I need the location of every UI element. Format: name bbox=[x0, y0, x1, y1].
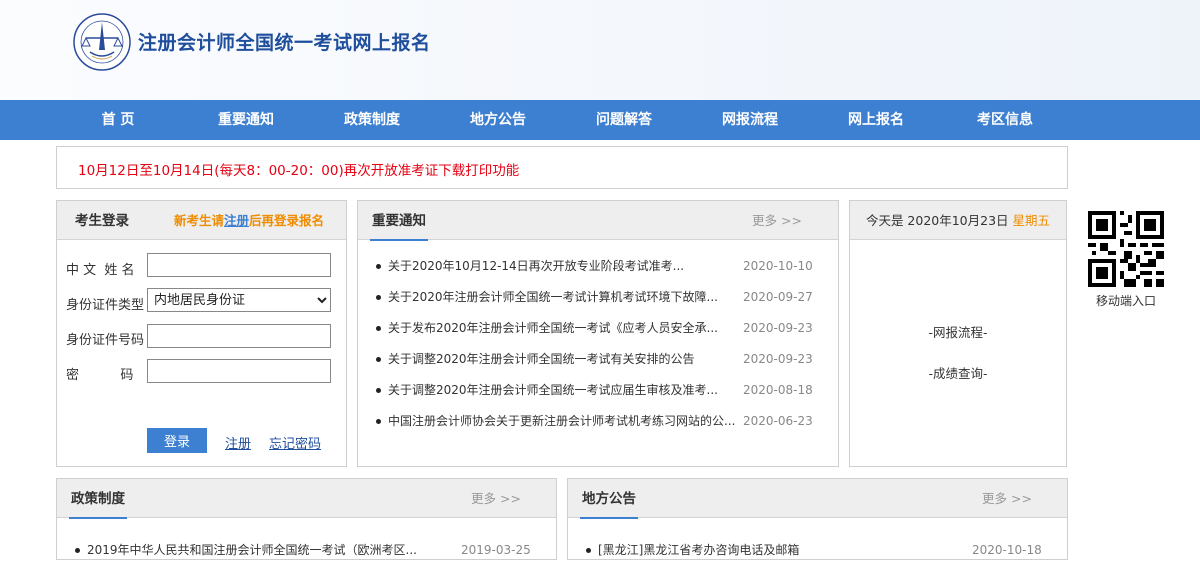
bullet-icon bbox=[376, 264, 381, 269]
policy-list: 2019年中华人民共和国注册会计师全国统一考试（欧洲考区... 2019-03-2… bbox=[57, 535, 556, 566]
list-item[interactable]: [黑龙江]黑龙江省考办咨询电话及邮箱 2020-10-18 bbox=[568, 535, 1067, 566]
list-item[interactable]: 关于2020年注册会计师全国统一考试计算机考试环境下故障... 2020-09-2… bbox=[358, 282, 838, 313]
news-date: 2019-03-25 bbox=[461, 543, 531, 557]
nav-item-faq[interactable]: 问题解答 bbox=[574, 100, 674, 140]
news-title[interactable]: [黑龙江]黑龙江省考办咨询电话及邮箱 bbox=[598, 535, 938, 566]
news-title[interactable]: 关于2020年注册会计师全国统一考试计算机考试环境下故障... bbox=[388, 282, 728, 313]
cicpa-logo-icon bbox=[72, 12, 132, 72]
today-panel-header: 今天是 2020年10月23日 星期五 bbox=[850, 201, 1066, 240]
idnum-input[interactable] bbox=[147, 324, 331, 348]
register-hint-prefix: 新考生请 bbox=[174, 213, 225, 228]
register-hint-suffix: 后再登录报名 bbox=[249, 213, 325, 228]
nav-item-important[interactable]: 重要通知 bbox=[196, 100, 296, 140]
process-link[interactable]: -网报流程- bbox=[850, 322, 1066, 341]
important-panel: 重要通知 更多 >> 关于2020年10月12-14日再次开放专业阶段考试准考.… bbox=[357, 200, 839, 467]
password-input[interactable] bbox=[147, 359, 331, 383]
today-panel: 今天是 2020年10月23日 星期五 -网报流程- -成绩查询- bbox=[849, 200, 1067, 467]
nav-item-process[interactable]: 网报流程 bbox=[700, 100, 800, 140]
name-input[interactable] bbox=[147, 253, 331, 277]
today-date-text: 今天是 2020年10月23日 bbox=[865, 213, 1009, 228]
news-date: 2020-09-23 bbox=[743, 352, 813, 366]
news-title[interactable]: 关于发布2020年注册会计师全国统一考试《应考人员安全承... bbox=[388, 313, 728, 344]
important-panel-header: 重要通知 更多 >> bbox=[358, 201, 838, 241]
list-item[interactable]: 2019年中华人民共和国注册会计师全国统一考试（欧洲考区... 2019-03-2… bbox=[57, 535, 556, 566]
news-date: 2020-10-10 bbox=[743, 259, 813, 273]
password-label: 密 码 bbox=[66, 368, 134, 383]
idtype-select[interactable]: 内地居民身份证 bbox=[147, 288, 331, 312]
news-date: 2020-08-18 bbox=[743, 383, 813, 397]
nav-item-home[interactable]: 首 页 bbox=[68, 100, 168, 140]
news-date: 2020-09-23 bbox=[743, 321, 813, 335]
register-hint: 新考生请注册后再登录报名 bbox=[174, 201, 324, 241]
register-hint-link[interactable]: 注册 bbox=[224, 213, 249, 228]
login-panel: 考生登录 新考生请注册后再登录报名 中 文 姓 名 身份证件类型 内地居民身份证… bbox=[56, 200, 347, 467]
news-title[interactable]: 中国注册会计师协会关于更新注册会计师考试机考练习网站的公... bbox=[388, 406, 736, 437]
policy-panel-header: 政策制度 更多 >> bbox=[57, 479, 556, 519]
important-more-link[interactable]: 更多 >> bbox=[752, 201, 802, 241]
local-list: [黑龙江]黑龙江省考办咨询电话及邮箱 2020-10-18 bbox=[568, 535, 1067, 566]
nav-item-region[interactable]: 考区信息 bbox=[955, 100, 1055, 140]
news-title[interactable]: 关于调整2020年注册会计师全国统一考试应届生审核及准考... bbox=[388, 375, 728, 406]
today-weekday: 星期五 bbox=[1012, 213, 1051, 228]
news-title[interactable]: 2019年中华人民共和国注册会计师全国统一考试（欧洲考区... bbox=[87, 535, 427, 566]
login-title: 考生登录 bbox=[75, 213, 129, 229]
today-date: 今天是 2020年10月23日 星期五 bbox=[850, 201, 1066, 241]
bullet-icon bbox=[376, 388, 381, 393]
list-item[interactable]: 关于2020年10月12-14日再次开放专业阶段考试准考... 2020-10-1… bbox=[358, 251, 838, 282]
list-item[interactable]: 中国注册会计师协会关于更新注册会计师考试机考练习网站的公... 2020-06-2… bbox=[358, 406, 838, 437]
local-more-link[interactable]: 更多 >> bbox=[982, 479, 1032, 519]
news-date: 2020-09-27 bbox=[743, 290, 813, 304]
local-panel-header: 地方公告 更多 >> bbox=[568, 479, 1067, 519]
list-item[interactable]: 关于发布2020年注册会计师全国统一考试《应考人员安全承... 2020-09-2… bbox=[358, 313, 838, 344]
register-link[interactable]: 注册 bbox=[225, 433, 251, 452]
local-title: 地方公告 bbox=[580, 479, 638, 519]
login-button[interactable]: 登录 bbox=[147, 428, 207, 453]
important-list: 关于2020年10月12-14日再次开放专业阶段考试准考... 2020-10-1… bbox=[358, 251, 838, 437]
mobile-entry-label: 移动端入口 bbox=[1095, 294, 1156, 308]
bullet-icon bbox=[376, 357, 381, 362]
policy-more-link[interactable]: 更多 >> bbox=[471, 479, 521, 519]
qr-code-icon bbox=[1088, 211, 1164, 291]
list-item[interactable]: 关于调整2020年注册会计师全国统一考试有关安排的公告 2020-09-23 bbox=[358, 344, 838, 375]
bullet-icon bbox=[376, 326, 381, 331]
nav-item-local[interactable]: 地方公告 bbox=[448, 100, 548, 140]
score-query-link[interactable]: -成绩查询- bbox=[850, 363, 1066, 382]
news-title[interactable]: 关于调整2020年注册会计师全国统一考试有关安排的公告 bbox=[388, 344, 728, 375]
nav-item-register[interactable]: 网上报名 bbox=[826, 100, 926, 140]
news-date: 2020-10-18 bbox=[972, 543, 1042, 557]
news-title[interactable]: 关于2020年10月12-14日再次开放专业阶段考试准考... bbox=[388, 251, 728, 282]
bullet-icon bbox=[376, 295, 381, 300]
bullet-icon bbox=[586, 548, 591, 553]
bullet-icon bbox=[376, 419, 381, 424]
news-date: 2020-06-23 bbox=[743, 414, 813, 428]
name-label: 中 文 姓 名 bbox=[66, 263, 135, 278]
site-title: 注册会计师全国统一考试网上报名 bbox=[138, 32, 431, 54]
bullet-icon bbox=[75, 548, 80, 553]
nav-item-policy[interactable]: 政策制度 bbox=[322, 100, 422, 140]
idnum-label: 身份证件号码 bbox=[66, 333, 145, 348]
main-nav: 首 页 重要通知 政策制度 地方公告 问题解答 网报流程 网上报名 考区信息 bbox=[0, 100, 1200, 140]
login-panel-header: 考生登录 新考生请注册后再登录报名 bbox=[57, 201, 346, 240]
mobile-entry[interactable]: 移动端入口 bbox=[1077, 201, 1175, 309]
forgot-password-link[interactable]: 忘记密码 bbox=[269, 433, 321, 452]
site-header: 注册会计师全国统一考试网上报名 bbox=[0, 0, 1200, 100]
notice-banner: 10月12日至10月14日(每天8：00-20：00)再次开放准考证下载打印功能 bbox=[56, 146, 1068, 189]
policy-title: 政策制度 bbox=[69, 479, 127, 519]
important-title: 重要通知 bbox=[370, 201, 428, 241]
idtype-label: 身份证件类型 bbox=[66, 298, 145, 313]
list-item[interactable]: 关于调整2020年注册会计师全国统一考试应届生审核及准考... 2020-08-1… bbox=[358, 375, 838, 406]
notice-text: 10月12日至10月14日(每天8：00-20：00)再次开放准考证下载打印功能 bbox=[78, 163, 520, 179]
